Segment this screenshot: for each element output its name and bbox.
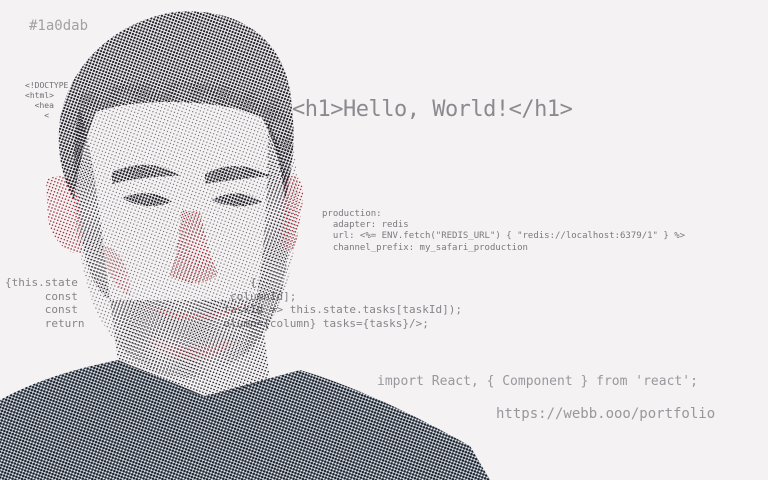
hero-artwork: #1a0dab <!DOCTYPE <html> <hea < <h1>Hello… <box>0 0 768 480</box>
halftone-portrait <box>0 11 490 480</box>
